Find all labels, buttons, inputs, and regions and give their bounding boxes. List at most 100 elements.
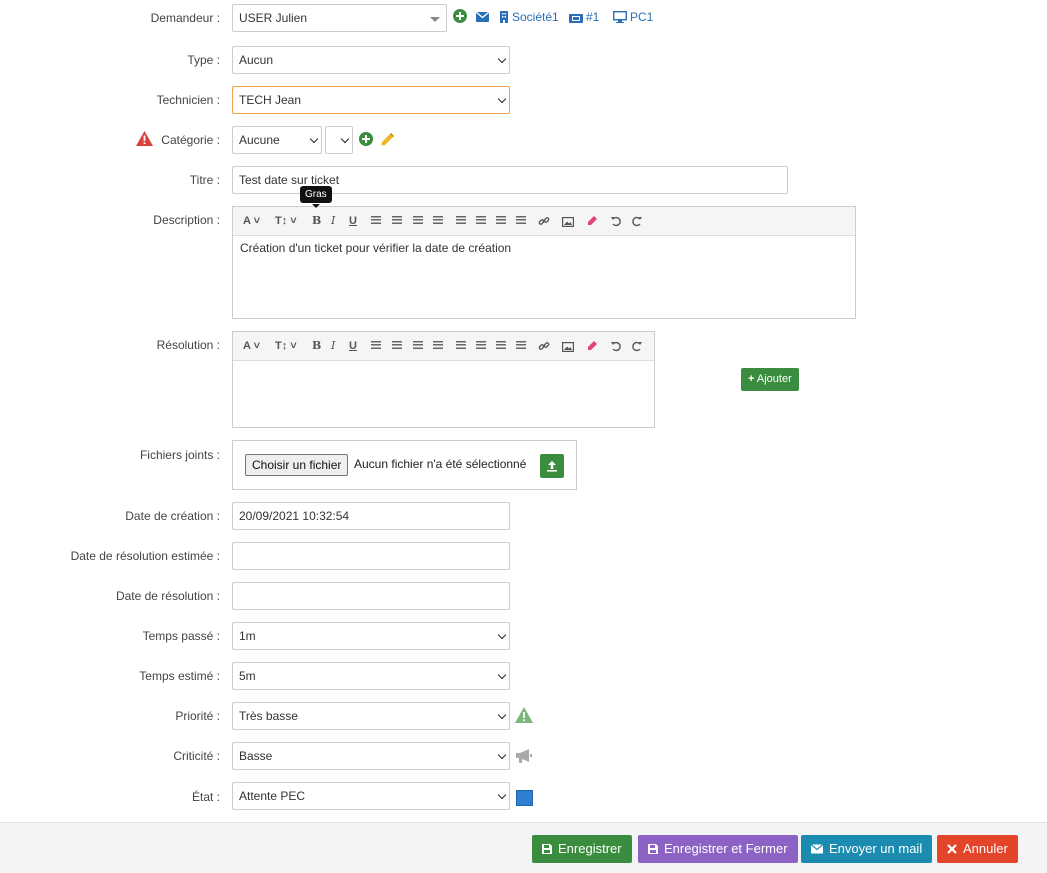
temps-estime-select[interactable]: 5m: [232, 662, 510, 690]
align-center-icon[interactable]: [476, 216, 486, 225]
image-icon[interactable]: [562, 341, 575, 355]
indent-icon[interactable]: [433, 216, 443, 225]
resolution-label: Résolution :: [156, 338, 220, 352]
pencil-icon[interactable]: [380, 132, 395, 150]
align-left-icon[interactable]: [456, 216, 466, 225]
align-justify-icon[interactable]: [516, 216, 526, 225]
send-mail-button[interactable]: Envoyer un mail: [801, 835, 933, 863]
type-label: Type :: [187, 53, 220, 67]
indent-icon[interactable]: [433, 341, 443, 350]
description-label: Description :: [153, 213, 220, 227]
file-status: Aucun fichier n'a été sélectionné: [354, 457, 527, 471]
pc-link[interactable]: PC1: [630, 10, 653, 24]
numbered-list-icon[interactable]: [392, 216, 402, 225]
date-resolution-input[interactable]: [232, 582, 510, 610]
etat-select[interactable]: Attente PEC: [232, 782, 510, 810]
resolution-content[interactable]: [233, 361, 654, 371]
date-resolution-estimee-input[interactable]: [232, 542, 510, 570]
temps-estime-label: Temps estimé :: [139, 669, 220, 683]
fichiers-label: Fichiers joints :: [139, 448, 220, 462]
font-size-button[interactable]: T↕ ˅: [275, 339, 297, 353]
description-content[interactable]: Création d'un ticket pour vérifier la da…: [233, 236, 855, 260]
numbered-list-icon[interactable]: [392, 341, 402, 350]
image-icon[interactable]: [562, 216, 575, 230]
choose-file-button[interactable]: Choisir un fichier: [245, 454, 349, 476]
monitor-icon: [612, 10, 628, 26]
demandeur-label: Demandeur :: [150, 11, 220, 25]
date-resolution-label: Date de résolution :: [115, 589, 220, 603]
align-right-icon[interactable]: [496, 341, 506, 350]
envelope-icon: [811, 844, 823, 854]
eraser-icon[interactable]: [586, 340, 598, 355]
resolution-editor[interactable]: A ˅ T↕ ˅ B I U: [232, 331, 655, 428]
add-category-icon[interactable]: [359, 132, 373, 149]
date-creation-input[interactable]: 20/09/2021 10:32:54: [232, 502, 510, 530]
save-close-button[interactable]: Enregistrer et Fermer: [638, 835, 798, 863]
align-center-icon[interactable]: [476, 341, 486, 350]
underline-button[interactable]: U: [349, 214, 357, 228]
bold-tooltip: Gras: [300, 186, 332, 203]
link-icon[interactable]: [538, 340, 550, 355]
italic-button[interactable]: I: [331, 339, 335, 353]
titre-label: Titre :: [189, 173, 220, 187]
upload-icon: [547, 461, 557, 472]
save-icon: [648, 844, 658, 854]
redo-icon[interactable]: [631, 215, 643, 230]
undo-icon[interactable]: [610, 215, 622, 230]
outdent-icon[interactable]: [413, 216, 423, 225]
ticket-number[interactable]: #1: [586, 10, 599, 24]
add-requester-icon[interactable]: [453, 9, 467, 26]
criticite-select[interactable]: Basse: [232, 742, 510, 770]
bullet-list-icon[interactable]: [371, 216, 381, 225]
temps-passe-label: Temps passé :: [142, 629, 220, 643]
undo-icon[interactable]: [610, 340, 622, 355]
status-color-square: [516, 790, 533, 806]
align-right-icon[interactable]: [496, 216, 506, 225]
ticket-icon: [569, 12, 583, 26]
plus-icon: +: [748, 373, 755, 385]
cancel-button[interactable]: Annuler: [937, 835, 1018, 863]
align-left-icon[interactable]: [456, 341, 466, 350]
file-upload-box: Choisir un fichier Aucun fichier n'a été…: [232, 440, 577, 490]
eraser-icon[interactable]: [586, 215, 598, 230]
company-link[interactable]: Société1: [512, 10, 559, 24]
font-size-button[interactable]: T↕ ˅: [275, 214, 297, 228]
bold-button[interactable]: B: [312, 339, 321, 353]
underline-button[interactable]: U: [349, 339, 357, 353]
technicien-select[interactable]: TECH Jean: [232, 86, 510, 114]
date-creation-label: Date de création :: [125, 509, 220, 523]
add-resolution-button[interactable]: + Ajouter: [741, 368, 799, 391]
redo-icon[interactable]: [631, 340, 643, 355]
save-button[interactable]: Enregistrer: [532, 835, 632, 863]
align-justify-icon[interactable]: [516, 341, 526, 350]
bullet-list-icon[interactable]: [371, 341, 381, 350]
type-select[interactable]: Aucun: [232, 46, 510, 74]
resolution-toolbar: A ˅ T↕ ˅ B I U: [233, 332, 654, 361]
categorie-select[interactable]: Aucune: [232, 126, 322, 154]
technicien-label: Technicien :: [156, 93, 220, 107]
tooltip-arrow: [312, 204, 320, 208]
description-editor[interactable]: A ˅ T↕ ˅ B I U Création d'un ticket pour…: [232, 206, 856, 319]
demandeur-select[interactable]: USER Julien: [232, 4, 447, 32]
description-toolbar: A ˅ T↕ ˅ B I U: [233, 207, 855, 236]
outdent-icon[interactable]: [413, 341, 423, 350]
envelope-icon[interactable]: [475, 11, 490, 25]
link-icon[interactable]: [538, 215, 550, 230]
subcategorie-select[interactable]: [325, 126, 353, 154]
bold-button[interactable]: B: [312, 214, 321, 228]
italic-button[interactable]: I: [331, 214, 335, 228]
font-family-button[interactable]: A ˅: [243, 339, 260, 353]
save-icon: [542, 844, 552, 854]
temps-passe-select[interactable]: 1m: [232, 622, 510, 650]
close-icon: [947, 844, 957, 854]
priorite-select[interactable]: Très basse: [232, 702, 510, 730]
font-family-button[interactable]: A ˅: [243, 214, 260, 228]
priority-warning-icon: [515, 707, 533, 726]
etat-label: État :: [191, 790, 220, 804]
building-icon: [499, 11, 509, 26]
date-resolution-estimee-label: Date de résolution estimée :: [70, 549, 220, 563]
priorite-label: Priorité :: [175, 709, 220, 723]
categorie-label: Catégorie :: [161, 133, 220, 147]
megaphone-icon: [515, 748, 533, 767]
upload-button[interactable]: [540, 454, 564, 478]
